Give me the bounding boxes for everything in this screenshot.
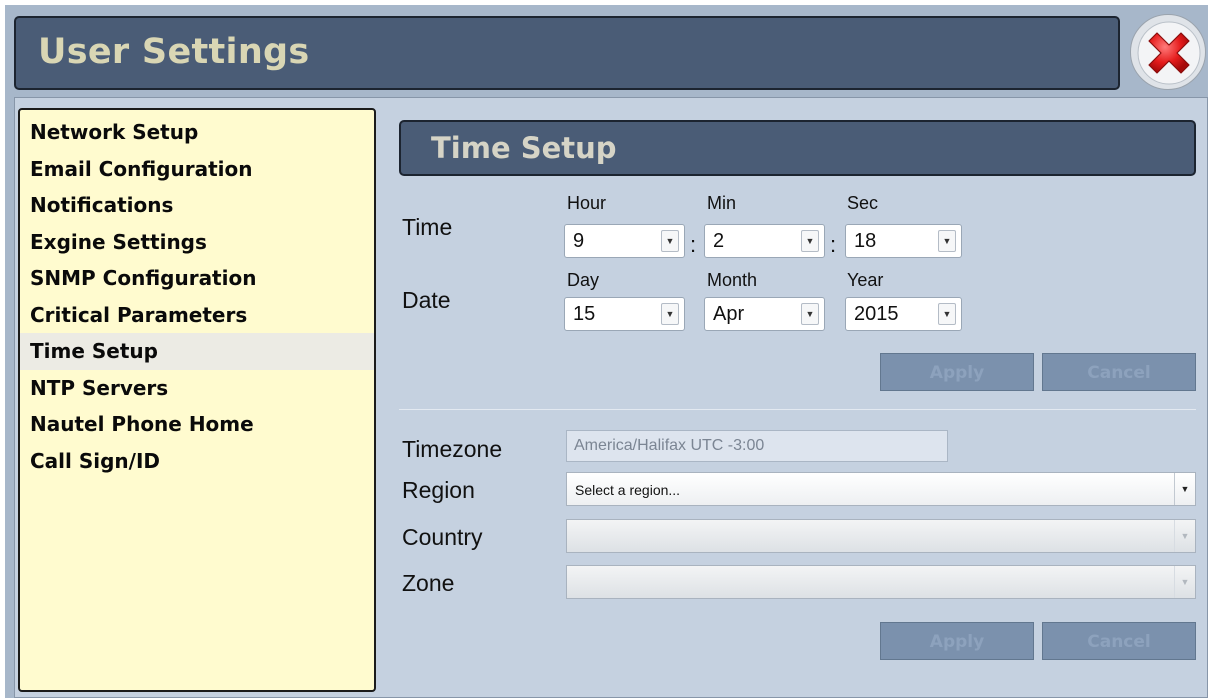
year-select[interactable]: 2015 ▼: [845, 297, 962, 331]
close-x-icon: [1137, 21, 1201, 85]
sidebar-item-email-configuration[interactable]: Email Configuration: [20, 151, 374, 188]
dropdown-arrow-icon: ▼: [661, 230, 679, 252]
datetime-cancel-button[interactable]: Cancel: [1042, 353, 1196, 391]
time-label: Time: [402, 214, 453, 240]
section-header: Time Setup: [399, 120, 1196, 176]
region-select[interactable]: Select a region... ▼: [566, 472, 1196, 506]
month-select[interactable]: Apr ▼: [704, 297, 825, 331]
min-select[interactable]: 2 ▼: [704, 224, 825, 258]
min-value: 2: [713, 230, 725, 252]
dropdown-arrow-icon: ▼: [938, 230, 956, 252]
time-separator: :: [690, 232, 697, 257]
sidebar-item-nautel-phone-home[interactable]: Nautel Phone Home: [20, 406, 374, 443]
sec-select[interactable]: 18 ▼: [845, 224, 962, 258]
year-value: 2015: [854, 303, 899, 325]
dropdown-arrow-icon: ▼: [1174, 473, 1195, 505]
zone-select[interactable]: ▼: [566, 565, 1196, 599]
sidebar-item-call-sign-id[interactable]: Call Sign/ID: [20, 443, 374, 480]
window-title: User Settings: [38, 32, 310, 72]
sidebar-item-ntp-servers[interactable]: NTP Servers: [20, 370, 374, 407]
dropdown-arrow-icon: ▼: [801, 230, 819, 252]
sidebar-item-time-setup[interactable]: Time Setup: [20, 333, 374, 370]
min-label: Min: [707, 193, 737, 213]
sidebar-item-critical-parameters[interactable]: Critical Parameters: [20, 297, 374, 334]
timezone-field[interactable]: [566, 430, 948, 462]
dropdown-arrow-icon: ▼: [1174, 566, 1195, 598]
time-separator: :: [830, 232, 837, 257]
hour-select[interactable]: 9 ▼: [564, 224, 685, 258]
sec-value: 18: [854, 230, 877, 252]
month-value: Apr: [713, 303, 745, 325]
datetime-apply-button[interactable]: Apply: [880, 353, 1034, 391]
day-select[interactable]: 15 ▼: [564, 297, 685, 331]
sidebar-item-notifications[interactable]: Notifications: [20, 187, 374, 224]
close-button[interactable]: [1130, 14, 1206, 90]
month-label: Month: [707, 270, 758, 290]
day-value: 15: [573, 303, 596, 325]
hour-value: 9: [573, 230, 585, 252]
section-divider: [399, 409, 1196, 410]
timezone-input[interactable]: [567, 431, 947, 461]
sidebar-item-network-setup[interactable]: Network Setup: [20, 114, 374, 151]
timezone-label: Timezone: [402, 436, 503, 462]
dropdown-arrow-icon: ▼: [1174, 520, 1195, 552]
region-label: Region: [402, 477, 475, 503]
sidebar-item-snmp-configuration[interactable]: SNMP Configuration: [20, 260, 374, 297]
day-label: Day: [567, 270, 600, 290]
country-label: Country: [402, 524, 483, 550]
region-placeholder: Select a region...: [575, 482, 681, 498]
section-title: Time Setup: [431, 131, 617, 165]
sec-label: Sec: [847, 193, 879, 213]
dropdown-arrow-icon: ▼: [661, 303, 679, 325]
date-label: Date: [402, 287, 451, 313]
title-bar: User Settings: [14, 16, 1120, 90]
country-select[interactable]: ▼: [566, 519, 1196, 553]
timezone-apply-button[interactable]: Apply: [880, 622, 1034, 660]
timezone-cancel-button[interactable]: Cancel: [1042, 622, 1196, 660]
dropdown-arrow-icon: ▼: [801, 303, 819, 325]
year-label: Year: [847, 270, 884, 290]
zone-label: Zone: [402, 570, 455, 596]
sidebar-item-exgine-settings[interactable]: Exgine Settings: [20, 224, 374, 261]
hour-label: Hour: [567, 193, 607, 213]
dropdown-arrow-icon: ▼: [938, 303, 956, 325]
settings-sidebar: Network Setup Email Configuration Notifi…: [18, 108, 376, 692]
